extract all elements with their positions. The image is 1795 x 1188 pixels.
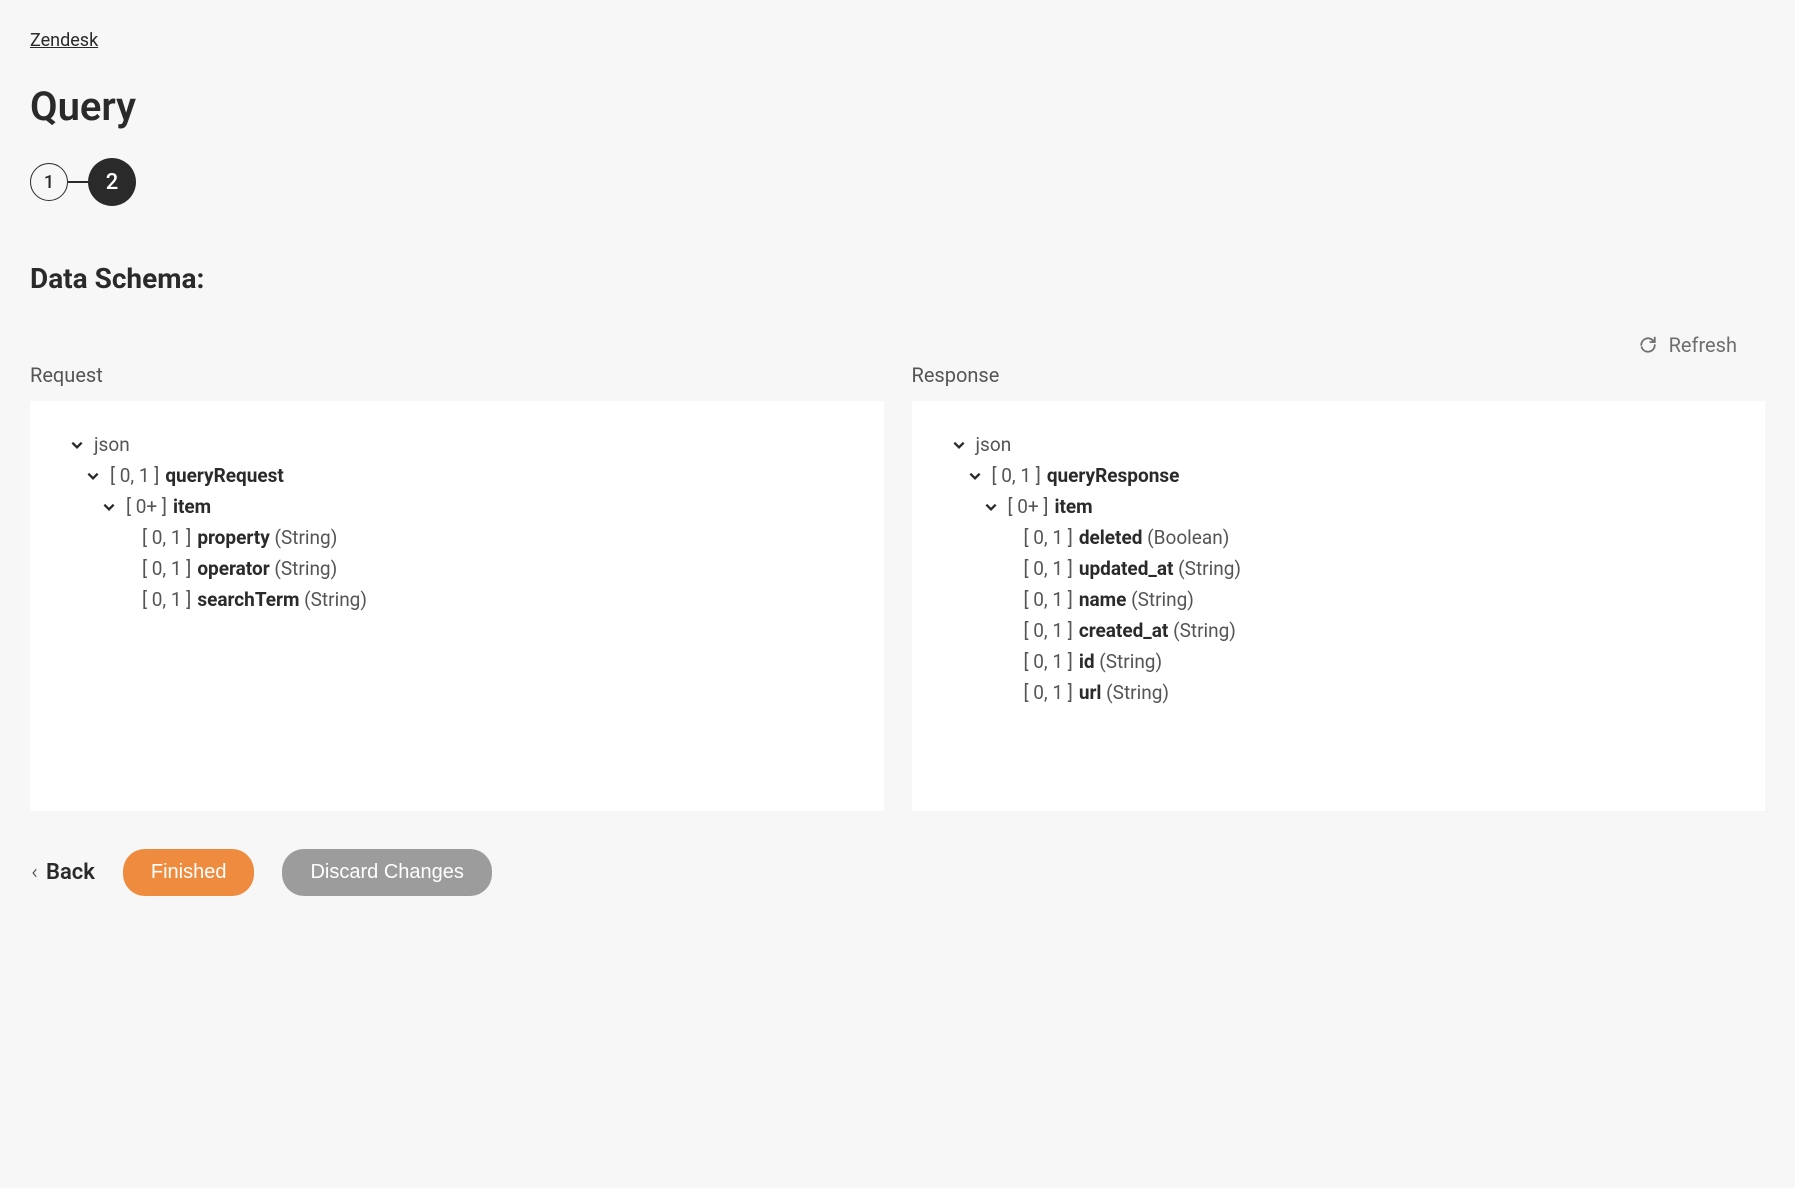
response-tree-node[interactable]: [ 0, 1 ] queryResponse — [940, 460, 1734, 491]
tree-field-name: url — [1079, 683, 1102, 702]
tree-field-name: id — [1079, 652, 1095, 671]
tree-field-type: (String) — [270, 528, 338, 547]
response-tree-node[interactable]: [ 0+ ] item — [940, 491, 1734, 522]
page-title: Query — [30, 83, 1765, 130]
schema-heading: Data Schema: — [30, 262, 1765, 295]
refresh-icon — [1639, 336, 1657, 354]
tree-cardinality: [ 0+ ] — [1008, 497, 1049, 516]
breadcrumb-link[interactable]: Zendesk — [30, 30, 98, 51]
request-tree-node[interactable]: [ 0, 1 ] queryRequest — [58, 460, 852, 491]
tree-node-label: json — [976, 435, 1012, 454]
request-panel: json[ 0, 1 ] queryRequest[ 0+ ] item[ 0,… — [30, 401, 884, 811]
tree-field-name: item — [173, 497, 211, 516]
tree-cardinality: [ 0, 1 ] — [142, 528, 191, 547]
tree-field-type: (Boolean) — [1142, 528, 1229, 547]
tree-field-name: created_at — [1079, 621, 1169, 640]
tree-field-name: searchTerm — [197, 590, 299, 609]
chevron-down-icon[interactable] — [952, 438, 966, 452]
tree-field-type: (String) — [1126, 590, 1194, 609]
tree-field-name: queryResponse — [1047, 466, 1180, 485]
refresh-label: Refresh — [1669, 333, 1737, 357]
tree-field-name: deleted — [1079, 528, 1143, 547]
tree-field-name: operator — [197, 559, 269, 578]
response-tree-node: [ 0, 1 ] url (String) — [940, 677, 1734, 708]
discard-changes-button[interactable]: Discard Changes — [282, 849, 491, 896]
tree-cardinality: [ 0, 1 ] — [110, 466, 159, 485]
tree-cardinality: [ 0, 1 ] — [1024, 683, 1073, 702]
tree-field-name: name — [1079, 590, 1127, 609]
tree-field-type: (String) — [1095, 652, 1163, 671]
response-tree-node: [ 0, 1 ] updated_at (String) — [940, 553, 1734, 584]
tree-field-type: (String) — [1173, 559, 1241, 578]
step-1[interactable]: 1 — [30, 163, 68, 201]
response-tree-root[interactable]: json — [940, 429, 1734, 460]
chevron-down-icon[interactable] — [70, 438, 84, 452]
request-tree-root[interactable]: json — [58, 429, 852, 460]
stepper: 1 2 — [30, 158, 1765, 206]
tree-field-type: (String) — [299, 590, 367, 609]
response-tree-node: [ 0, 1 ] id (String) — [940, 646, 1734, 677]
tree-field-type: (String) — [1101, 683, 1169, 702]
chevron-down-icon[interactable] — [102, 500, 116, 514]
chevron-down-icon[interactable] — [984, 500, 998, 514]
tree-field-name: property — [197, 528, 269, 547]
request-tree-node: [ 0, 1 ] operator (String) — [58, 553, 852, 584]
step-connector — [68, 181, 88, 183]
tree-cardinality: [ 0, 1 ] — [992, 466, 1041, 485]
tree-cardinality: [ 0, 1 ] — [1024, 652, 1073, 671]
tree-cardinality: [ 0, 1 ] — [1024, 559, 1073, 578]
response-tree-node: [ 0, 1 ] created_at (String) — [940, 615, 1734, 646]
tree-node-label: json — [94, 435, 130, 454]
response-tree-node: [ 0, 1 ] deleted (Boolean) — [940, 522, 1734, 553]
tree-cardinality: [ 0, 1 ] — [142, 590, 191, 609]
tree-field-type: (String) — [270, 559, 338, 578]
tree-field-name: updated_at — [1079, 559, 1174, 578]
chevron-down-icon[interactable] — [86, 469, 100, 483]
back-label: Back — [46, 860, 95, 885]
finished-button[interactable]: Finished — [123, 849, 255, 896]
tree-cardinality: [ 0+ ] — [126, 497, 167, 516]
tree-field-type: (String) — [1168, 621, 1236, 640]
response-panel: json[ 0, 1 ] queryResponse[ 0+ ] item[ 0… — [912, 401, 1766, 811]
chevron-left-icon — [30, 868, 40, 878]
request-tree-node[interactable]: [ 0+ ] item — [58, 491, 852, 522]
chevron-down-icon[interactable] — [968, 469, 982, 483]
tree-cardinality: [ 0, 1 ] — [1024, 528, 1073, 547]
tree-field-name: queryRequest — [165, 466, 284, 485]
tree-field-name: item — [1054, 497, 1092, 516]
back-button[interactable]: Back — [30, 860, 95, 885]
tree-cardinality: [ 0, 1 ] — [1024, 621, 1073, 640]
refresh-button[interactable]: Refresh — [30, 333, 1765, 357]
request-tree-node: [ 0, 1 ] searchTerm (String) — [58, 584, 852, 615]
response-tree-node: [ 0, 1 ] name (String) — [940, 584, 1734, 615]
step-2[interactable]: 2 — [88, 158, 136, 206]
tree-cardinality: [ 0, 1 ] — [1024, 590, 1073, 609]
request-tree-node: [ 0, 1 ] property (String) — [58, 522, 852, 553]
response-panel-label: Response — [912, 363, 1766, 387]
tree-cardinality: [ 0, 1 ] — [142, 559, 191, 578]
request-panel-label: Request — [30, 363, 884, 387]
